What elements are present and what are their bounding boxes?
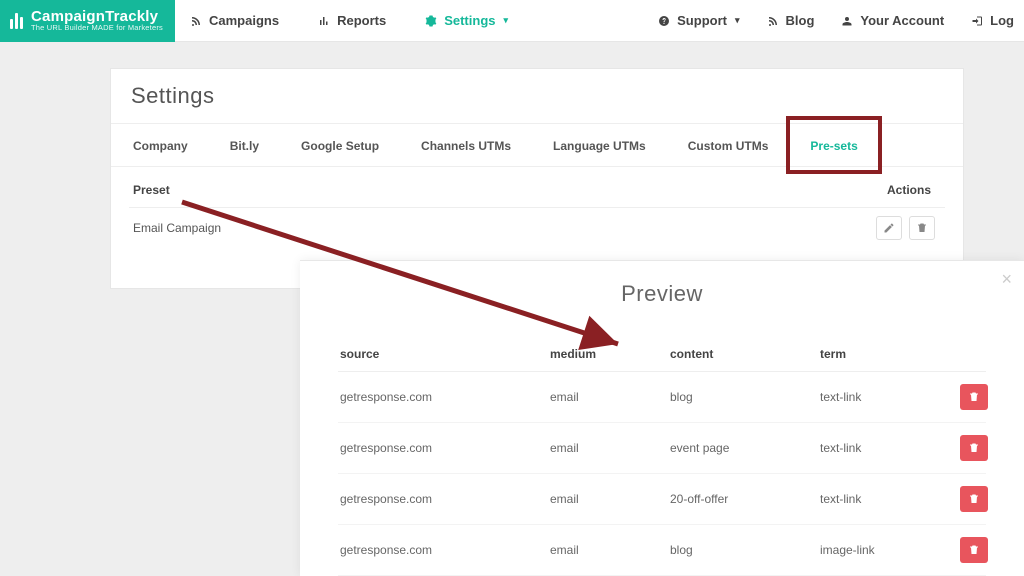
- help-icon: [657, 14, 671, 28]
- chevron-down-icon: ▾: [504, 15, 509, 26]
- brand-bars-icon: [10, 13, 25, 29]
- preview-content: event page: [670, 441, 820, 455]
- brand-tagline: The URL Builder MADE for Marketers: [31, 24, 163, 32]
- tab-bitly[interactable]: Bit.ly: [224, 124, 265, 166]
- preview-content: blog: [670, 543, 820, 557]
- tab-google-setup[interactable]: Google Setup: [295, 124, 385, 166]
- top-nav: CampaignTrackly The URL Builder MADE for…: [0, 0, 1024, 42]
- chevron-down-icon: ▾: [735, 15, 740, 26]
- page-title: Settings: [131, 83, 943, 109]
- tab-company[interactable]: Company: [127, 124, 194, 166]
- preview-medium: email: [550, 441, 670, 455]
- pencil-icon: [883, 222, 895, 234]
- preview-term: text-link: [820, 390, 960, 404]
- preset-header-name: Preset: [133, 183, 841, 197]
- trash-icon: [968, 544, 980, 556]
- preview-row: getresponse.comemailblogtext-link: [338, 372, 986, 423]
- trash-icon: [968, 442, 980, 454]
- settings-tabs: Company Bit.ly Google Setup Channels UTM…: [111, 124, 963, 167]
- preset-name: Email Campaign: [133, 221, 841, 235]
- bar-chart-icon: [317, 14, 331, 28]
- tab-channels-utms[interactable]: Channels UTMs: [415, 124, 517, 166]
- nav-support[interactable]: Support ▾: [657, 13, 739, 28]
- delete-row-button[interactable]: [960, 537, 988, 563]
- brand-logo[interactable]: CampaignTrackly The URL Builder MADE for…: [0, 0, 175, 42]
- gear-icon: [424, 14, 438, 28]
- nav-settings[interactable]: Settings ▾: [424, 13, 508, 28]
- preview-row: getresponse.comemail20-off-offertext-lin…: [338, 474, 986, 525]
- nav-reports[interactable]: Reports: [317, 13, 386, 28]
- preview-medium: email: [550, 492, 670, 506]
- tab-presets[interactable]: Pre-sets: [804, 124, 863, 166]
- nav-blog[interactable]: Blog: [766, 13, 815, 28]
- delete-row-button[interactable]: [960, 435, 988, 461]
- nav-campaigns[interactable]: Campaigns: [189, 13, 279, 28]
- preset-row: Email Campaign: [129, 208, 945, 248]
- trash-icon: [916, 222, 928, 234]
- preview-row: getresponse.comemailblogimage-link: [338, 525, 986, 576]
- trash-icon: [968, 391, 980, 403]
- preview-source: getresponse.com: [340, 390, 550, 404]
- edit-button[interactable]: [876, 216, 902, 240]
- preview-table-header: source medium content term: [338, 337, 986, 372]
- preview-term: text-link: [820, 441, 960, 455]
- nav-account[interactable]: Your Account: [840, 13, 944, 28]
- preview-panel: × Preview source medium content term get…: [300, 260, 1024, 576]
- nav-log[interactable]: Log: [970, 13, 1014, 28]
- preview-source: getresponse.com: [340, 492, 550, 506]
- tab-custom-utms[interactable]: Custom UTMs: [682, 124, 775, 166]
- preview-term: text-link: [820, 492, 960, 506]
- delete-row-button[interactable]: [960, 384, 988, 410]
- tab-language-utms[interactable]: Language UTMs: [547, 124, 652, 166]
- trash-icon: [968, 493, 980, 505]
- rss-icon: [189, 14, 203, 28]
- preview-source: getresponse.com: [340, 441, 550, 455]
- settings-card: Settings Company Bit.ly Google Setup Cha…: [110, 68, 964, 289]
- preview-row: getresponse.comemailevent pagetext-link: [338, 423, 986, 474]
- preview-medium: email: [550, 543, 670, 557]
- preview-content: blog: [670, 390, 820, 404]
- brand-name: CampaignTrackly: [31, 9, 163, 24]
- preset-table-header: Preset Actions: [129, 173, 945, 208]
- preview-source: getresponse.com: [340, 543, 550, 557]
- preview-title: Preview: [338, 281, 986, 307]
- preview-term: image-link: [820, 543, 960, 557]
- close-button[interactable]: ×: [1001, 269, 1012, 290]
- rss-icon: [766, 14, 780, 28]
- preview-medium: email: [550, 390, 670, 404]
- login-icon: [970, 14, 984, 28]
- preset-header-actions: Actions: [841, 183, 941, 197]
- delete-row-button[interactable]: [960, 486, 988, 512]
- preview-content: 20-off-offer: [670, 492, 820, 506]
- delete-button[interactable]: [909, 216, 935, 240]
- user-icon: [840, 14, 854, 28]
